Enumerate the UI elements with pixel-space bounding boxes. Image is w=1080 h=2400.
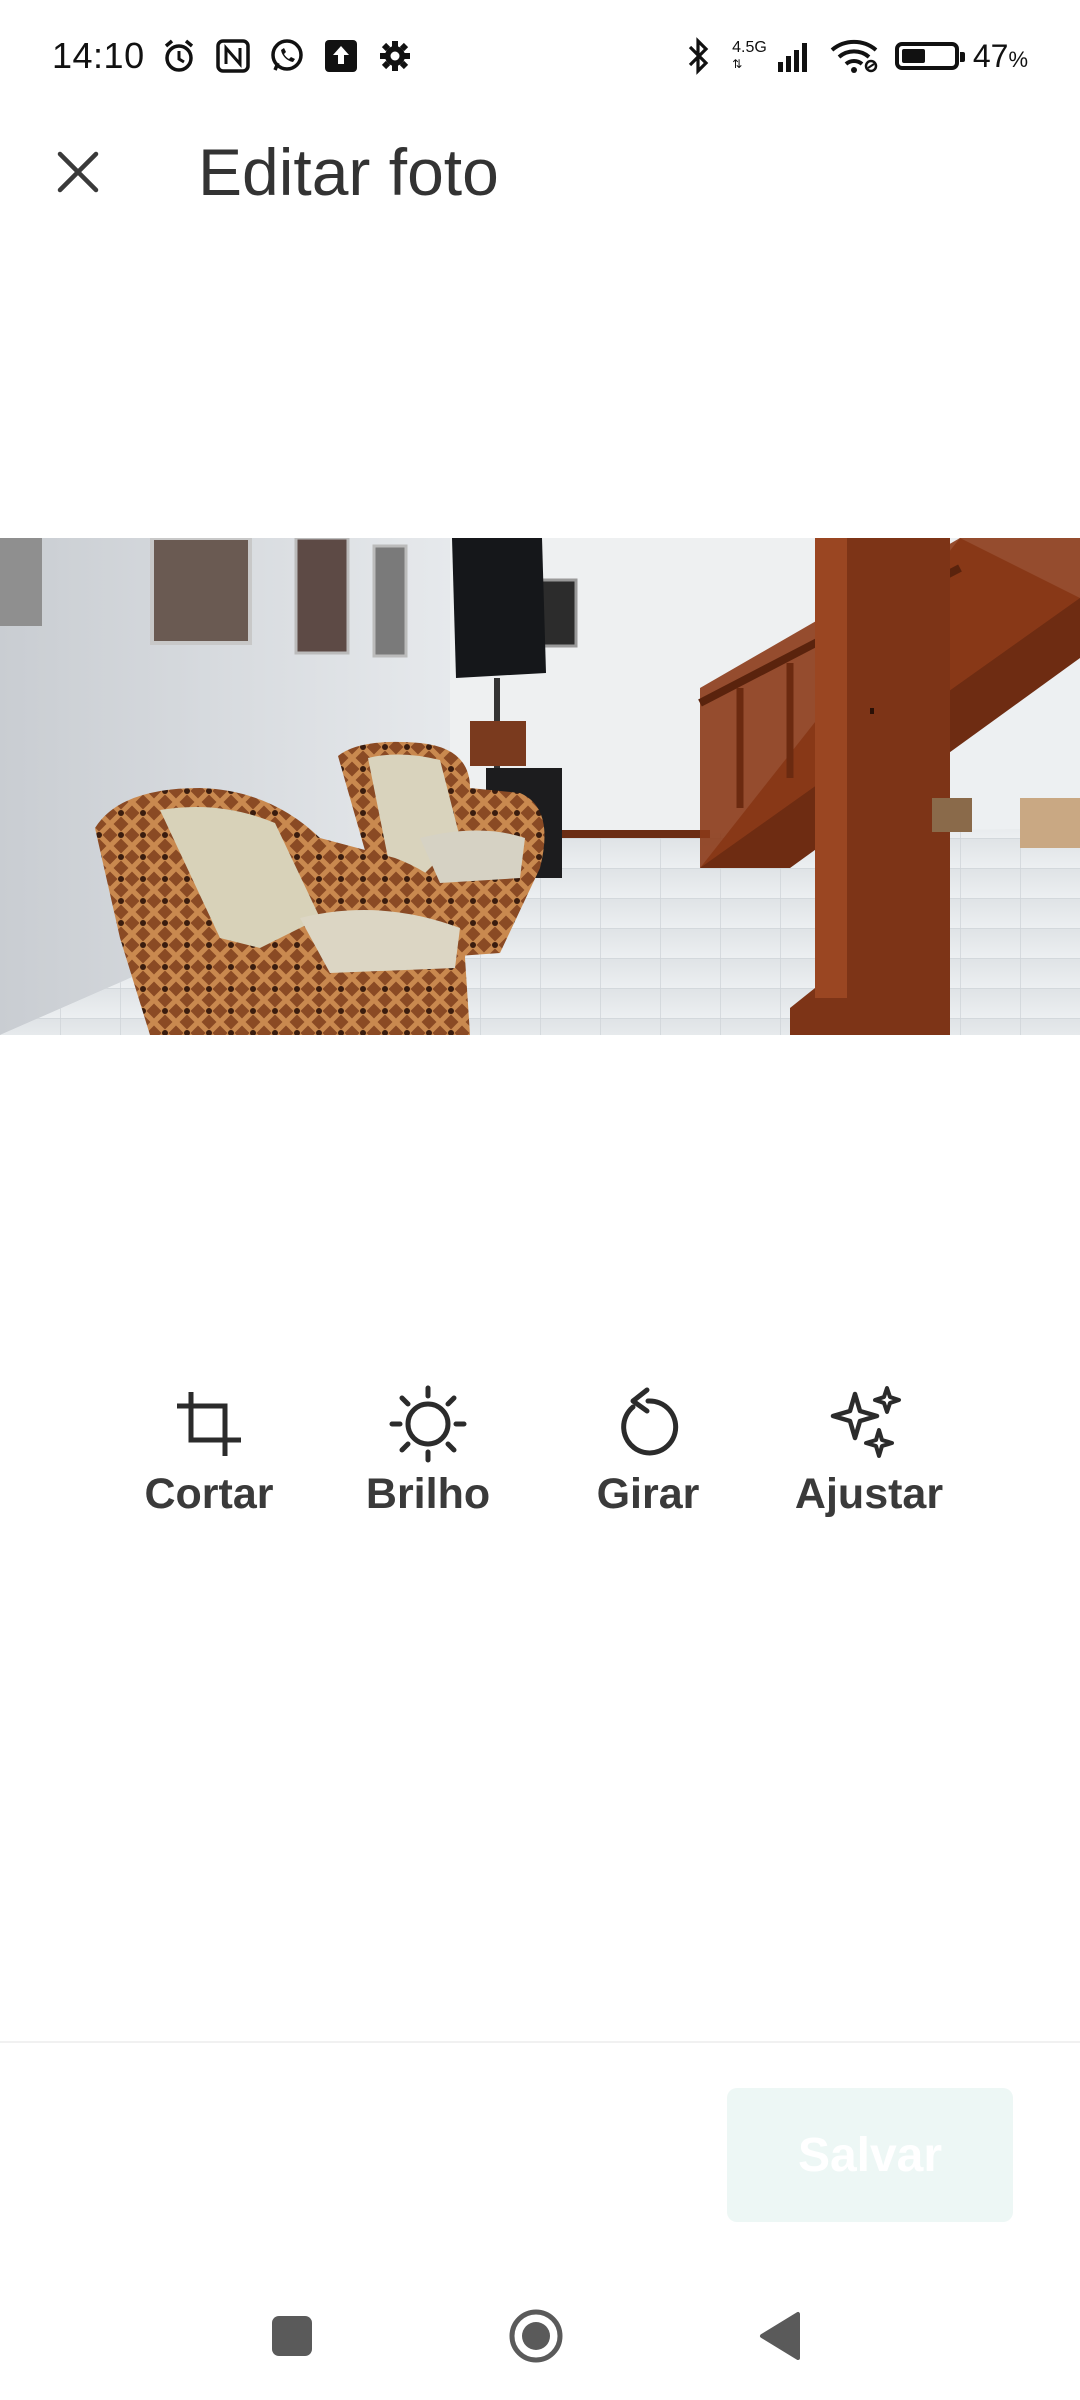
close-button[interactable] <box>40 134 116 210</box>
tool-adjust-label: Ajustar <box>794 1470 944 1518</box>
settings-gear-icon <box>375 36 415 76</box>
back-button[interactable] <box>744 2300 816 2372</box>
page-title: Editar foto <box>198 135 499 209</box>
status-time: 14:10 <box>52 35 145 76</box>
nfc-icon <box>213 36 253 76</box>
battery-icon <box>894 42 965 70</box>
signal-icon <box>775 36 815 76</box>
crop-icon <box>169 1384 249 1464</box>
brightness-icon <box>388 1384 468 1464</box>
home-circle-icon <box>509 2309 563 2363</box>
sparkle-icon <box>829 1384 909 1464</box>
app-bar: Editar foto <box>0 112 1080 232</box>
whatsapp-icon <box>267 36 307 76</box>
tool-brightness-label: Brilho <box>365 1470 491 1518</box>
bluetooth-icon <box>678 36 718 76</box>
battery-percent-value: 47 <box>972 37 1009 74</box>
edit-tools: Cortar Brilho Girar Ajustar <box>0 1384 1080 1544</box>
battery-fill <box>901 49 926 63</box>
status-right-group: 4.5G ⇅ 47% <box>678 36 1028 76</box>
battery-percent: 47% <box>973 38 1028 75</box>
rotate-icon <box>608 1384 688 1464</box>
tool-rotate-label: Girar <box>596 1470 700 1518</box>
status-bar: 14:10 4.5G ⇅ 47% <box>0 0 1080 112</box>
tool-crop-label: Cortar <box>144 1470 274 1518</box>
home-button[interactable] <box>500 2300 572 2372</box>
recents-button[interactable] <box>256 2300 328 2372</box>
network-type-label: 4.5G <box>732 39 767 56</box>
network-type: 4.5G ⇅ <box>732 39 767 72</box>
status-left-group: 14:10 <box>52 35 415 77</box>
upload-icon <box>321 36 361 76</box>
wifi-icon <box>829 36 881 76</box>
tool-crop[interactable]: Cortar <box>109 1384 309 1544</box>
close-icon <box>57 151 99 193</box>
tool-rotate[interactable]: Girar <box>548 1384 748 1544</box>
recents-square-icon <box>272 2316 312 2356</box>
photo-preview <box>0 538 1080 1035</box>
tool-brightness[interactable]: Brilho <box>328 1384 528 1544</box>
battery-percent-suffix: % <box>1008 46 1028 72</box>
system-nav-bar <box>0 2280 1080 2380</box>
save-button[interactable]: Salvar <box>727 2088 1013 2222</box>
alarm-icon <box>159 36 199 76</box>
tool-adjust[interactable]: Ajustar <box>769 1384 969 1544</box>
bottom-divider <box>0 2041 1080 2043</box>
back-triangle-icon <box>760 2312 800 2360</box>
